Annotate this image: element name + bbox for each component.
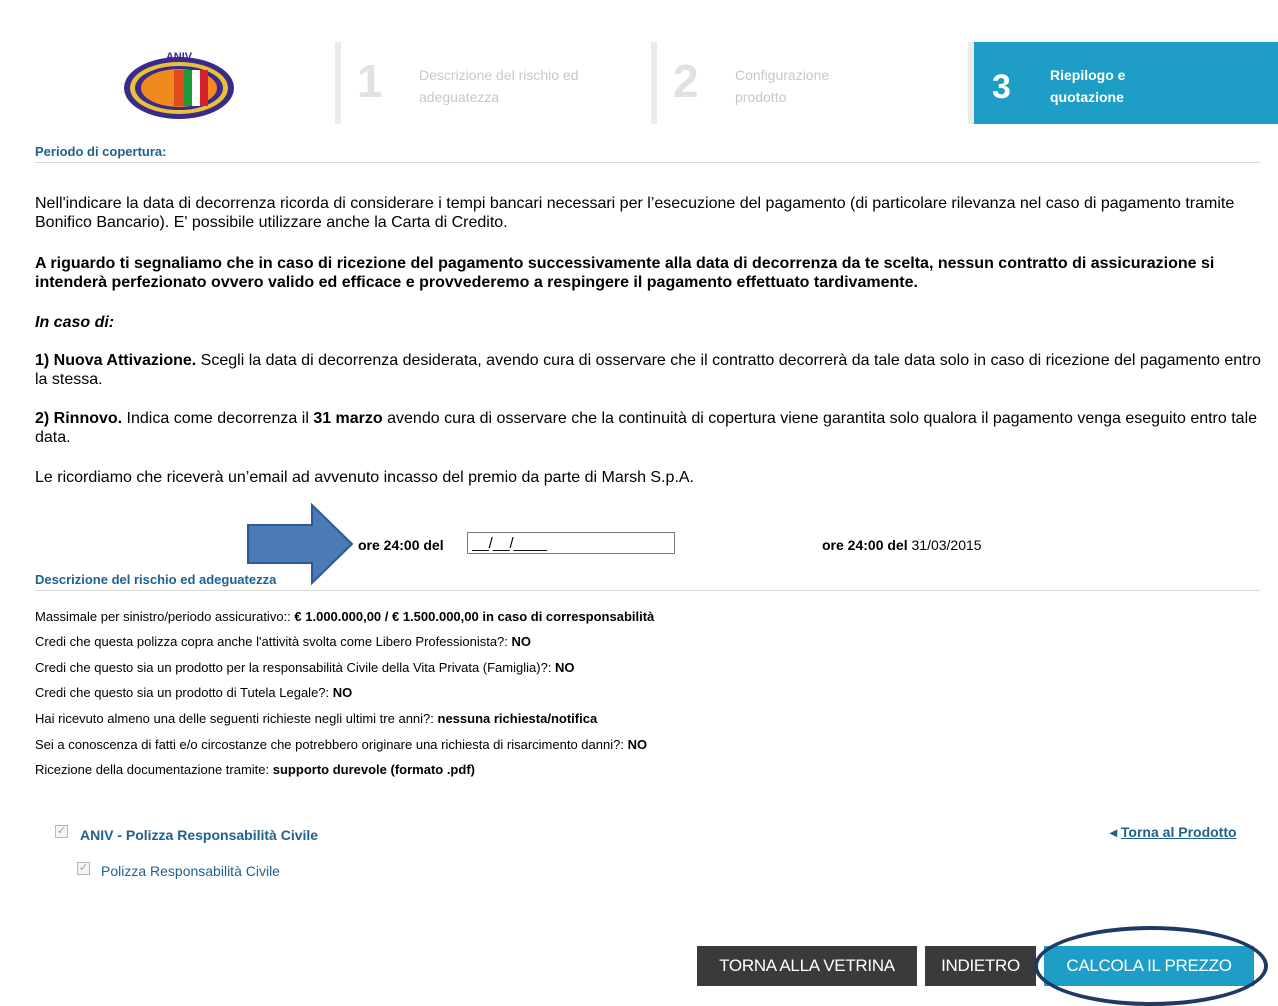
- step-3-label: Riepilogo e quotazione: [1050, 67, 1126, 105]
- risk-row: Credi che questa polizza copra anche l'a…: [35, 634, 532, 649]
- coverage-note: Nell'indicare la data di decorrenza rico…: [35, 195, 1235, 231]
- subproduct-checkbox[interactable]: ✓: [77, 862, 90, 875]
- risk-title: Descrizione del rischio ed adeguatezza: [35, 572, 277, 587]
- risk-row: Credi che questo sia un prodotto di Tute…: [35, 685, 353, 700]
- coverage-title: Periodo di copertura:: [35, 144, 167, 159]
- calculate-price-button[interactable]: CALCOLA IL PREZZO: [1044, 946, 1254, 986]
- back-to-showcase-button[interactable]: TORNA ALLA VETRINA: [697, 946, 917, 986]
- step-1[interactable]: 1 Descrizione del rischio ed adeguatezza: [341, 42, 651, 124]
- product-label: ANIV - Polizza Responsabilità Civile: [80, 827, 319, 843]
- divider: [35, 590, 1260, 591]
- end-date-value: 31/03/2015: [911, 537, 982, 553]
- risk-row: Credi che questo sia un prodotto per la …: [35, 660, 575, 675]
- back-button[interactable]: INDIETRO: [925, 946, 1036, 986]
- step-2-number: 2: [673, 55, 699, 107]
- step-1-number: 1: [357, 55, 383, 107]
- risk-row: Ricezione della documentazione tramite: …: [35, 762, 475, 777]
- cases-heading: In caso di:: [35, 314, 115, 331]
- aniv-logo: ANIV: [124, 51, 234, 119]
- start-date-input[interactable]: [467, 532, 675, 554]
- email-note: Le ricordiamo che riceverà un’email ad a…: [35, 469, 694, 486]
- caret-left-icon: ◂: [1110, 824, 1118, 840]
- step-2-label: Configurazione prodotto: [735, 67, 830, 105]
- subproduct-label: Polizza Responsabilità Civile: [101, 863, 280, 879]
- risk-row: Sei a conoscenza di fatti e/o circostanz…: [35, 737, 648, 752]
- risk-row: Massimale per sinistro/periodo assicurat…: [35, 609, 655, 624]
- back-to-product-link[interactable]: ◂ Torna al Prodotto: [1110, 824, 1237, 841]
- end-date-label: ore 24:00 del 31/03/2015: [822, 537, 982, 553]
- step-2[interactable]: 2 Configurazione prodotto: [657, 42, 968, 124]
- divider: [35, 162, 1260, 163]
- risk-row: Hai ricevuto almeno una delle seguenti r…: [35, 711, 598, 726]
- start-date-label: ore 24:00 del: [358, 537, 444, 553]
- step-3: 3 Riepilogo e quotazione: [974, 42, 1278, 124]
- coverage-warning: A riguardo ti segnaliamo che in caso di …: [35, 255, 1215, 291]
- case-new-activation: 1) Nuova Attivazione. Scegli la data di …: [35, 352, 1261, 388]
- step-3-number: 3: [992, 68, 1011, 106]
- case-renewal: 2) Rinnovo. Indica come decorrenza il 31…: [35, 410, 1258, 446]
- product-checkbox[interactable]: ✓: [55, 825, 68, 838]
- step-1-label: Descrizione del rischio ed adeguatezza: [419, 67, 579, 105]
